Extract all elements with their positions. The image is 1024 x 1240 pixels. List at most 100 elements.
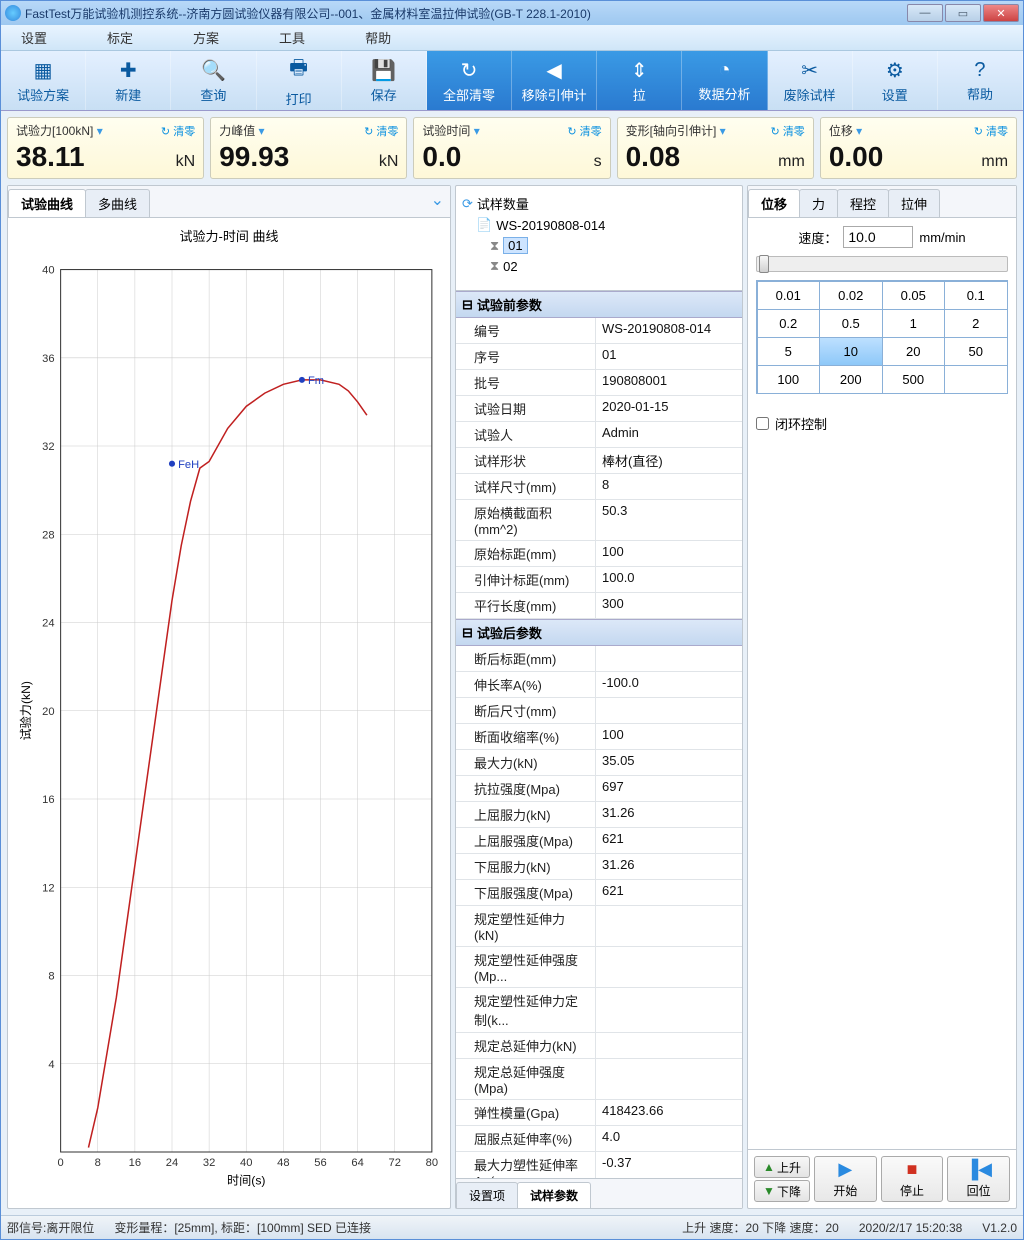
- readout-clear-4[interactable]: 清零: [974, 123, 1008, 139]
- param-row[interactable]: 原始横截面积(mm^2)50.3: [456, 500, 742, 541]
- param-row[interactable]: 试样尺寸(mm)8: [456, 474, 742, 500]
- up-button[interactable]: ▲上升: [754, 1156, 810, 1178]
- speed-preset-100[interactable]: 100: [757, 365, 821, 394]
- param-row[interactable]: 最大力(kN)35.05: [456, 750, 742, 776]
- right-tab-2[interactable]: 程控: [837, 189, 889, 217]
- speed-preset-0.02[interactable]: 0.02: [819, 281, 883, 310]
- speed-preset-50[interactable]: 50: [944, 337, 1008, 366]
- svg-text:56: 56: [314, 1157, 326, 1169]
- maximize-button[interactable]: ▭: [945, 4, 981, 22]
- toolbar-9[interactable]: ✂废除试样: [768, 51, 853, 110]
- param-row[interactable]: 规定总延伸力(kN): [456, 1033, 742, 1059]
- param-row[interactable]: 上屈服强度(Mpa)621: [456, 828, 742, 854]
- speed-preset-0.5[interactable]: 0.5: [819, 309, 883, 338]
- speed-preset-5[interactable]: 5: [757, 337, 821, 366]
- minimize-button[interactable]: —: [907, 4, 943, 22]
- down-button[interactable]: ▼下降: [754, 1180, 810, 1202]
- tab-sample-params[interactable]: 试样参数: [517, 1182, 591, 1208]
- readout-clear-1[interactable]: 清零: [364, 123, 398, 139]
- return-button[interactable]: ▐◀回位: [947, 1156, 1010, 1202]
- speed-preset-2[interactable]: 2: [944, 309, 1008, 338]
- menu-tools[interactable]: 工具: [279, 28, 305, 47]
- param-row[interactable]: 规定总延伸强度(Mpa): [456, 1059, 742, 1100]
- svg-text:FeH: FeH: [178, 459, 199, 471]
- param-row[interactable]: 试样形状棒材(直径): [456, 448, 742, 474]
- param-row[interactable]: 屈服点延伸率(%)4.0: [456, 1126, 742, 1152]
- param-row[interactable]: 编号WS-20190808-014: [456, 318, 742, 344]
- toolbar-11[interactable]: ?帮助: [938, 51, 1023, 110]
- param-row[interactable]: 引伸计标距(mm)100.0: [456, 567, 742, 593]
- close-button[interactable]: ✕: [983, 4, 1019, 22]
- toolbar-1[interactable]: ✚新建: [86, 51, 171, 110]
- tab-settings-items[interactable]: 设置项: [456, 1182, 518, 1208]
- menu-scheme[interactable]: 方案: [193, 28, 219, 47]
- speed-preset-0.05[interactable]: 0.05: [882, 281, 946, 310]
- toolbar-0[interactable]: ▦试验方案: [1, 51, 86, 110]
- param-row[interactable]: 序号01: [456, 344, 742, 370]
- params-panel: ⊟ 试验前参数编号WS-20190808-014序号01批号190808001试…: [456, 290, 742, 1178]
- menu-help[interactable]: 帮助: [365, 28, 391, 47]
- speed-preset-20[interactable]: 20: [882, 337, 946, 366]
- param-row[interactable]: 原始标距(mm)100: [456, 541, 742, 567]
- tree-root[interactable]: 📄 WS-20190808-014: [476, 215, 736, 235]
- speed-input[interactable]: [843, 226, 913, 248]
- start-button[interactable]: ▶开始: [814, 1156, 877, 1202]
- toolbar-4[interactable]: 💾保存: [342, 51, 427, 110]
- param-row[interactable]: 规定塑性延伸力(kN): [456, 906, 742, 947]
- speed-preset-200[interactable]: 200: [819, 365, 883, 394]
- toolbar: ▦试验方案✚新建🔍查询🖶打印💾保存↻全部清零◀移除引伸计⇕拉◔数据分析✂废除试样…: [1, 51, 1023, 111]
- param-row[interactable]: 断后标距(mm): [456, 646, 742, 672]
- speed-preset-0.01[interactable]: 0.01: [757, 281, 821, 310]
- readout-clear-0[interactable]: 清零: [161, 123, 195, 139]
- param-row[interactable]: 规定塑性延伸力定制(k...: [456, 988, 742, 1033]
- toolbar-3[interactable]: 🖶打印: [257, 51, 342, 110]
- tree-item-0[interactable]: ⧗ 01: [490, 235, 736, 256]
- param-row[interactable]: 抗拉强度(Mpa)697: [456, 776, 742, 802]
- tab-test-curve[interactable]: 试验曲线: [8, 189, 86, 217]
- tree-item-1[interactable]: ⧗ 02: [490, 256, 736, 276]
- speed-preset-500[interactable]: 500: [882, 365, 946, 394]
- right-tab-0[interactable]: 位移: [748, 189, 800, 217]
- speed-preset-0.2[interactable]: 0.2: [757, 309, 821, 338]
- param-row[interactable]: 最大力塑性延伸率Ag(...-0.37: [456, 1152, 742, 1178]
- param-row[interactable]: 上屈服力(kN)31.26: [456, 802, 742, 828]
- toolbar-8[interactable]: ◔数据分析: [682, 51, 767, 110]
- params-bottom-tabs: 设置项 试样参数: [456, 1178, 742, 1208]
- stop-button[interactable]: ■停止: [881, 1156, 944, 1202]
- toolbar-7[interactable]: ⇕拉: [597, 51, 682, 110]
- param-row[interactable]: 弹性模量(Gpa)418423.66: [456, 1100, 742, 1126]
- toolbar-10[interactable]: ⚙设置: [853, 51, 938, 110]
- svg-text:40: 40: [42, 265, 54, 277]
- right-tab-1[interactable]: 力: [799, 189, 838, 217]
- menu-calibrate[interactable]: 标定: [107, 28, 133, 47]
- svg-text:48: 48: [277, 1157, 289, 1169]
- speed-preset-1[interactable]: 1: [882, 309, 946, 338]
- speed-slider[interactable]: [756, 256, 1008, 272]
- toolbar-2[interactable]: 🔍查询: [171, 51, 256, 110]
- svg-text:32: 32: [42, 441, 54, 453]
- closed-loop-checkbox[interactable]: [756, 417, 769, 430]
- param-row[interactable]: 伸长率A(%)-100.0: [456, 672, 742, 698]
- tab-multi-curve[interactable]: 多曲线: [85, 189, 150, 217]
- param-row[interactable]: 试验日期2020-01-15: [456, 396, 742, 422]
- chart-title: 试验力-时间 曲线: [16, 226, 442, 245]
- speed-preset-0.1[interactable]: 0.1: [944, 281, 1008, 310]
- svg-text:8: 8: [48, 971, 54, 983]
- menu-settings[interactable]: 设置: [21, 28, 47, 47]
- right-tab-3[interactable]: 拉伸: [888, 189, 940, 217]
- param-row[interactable]: 规定塑性延伸强度(Mp...: [456, 947, 742, 988]
- readout-clear-2[interactable]: 清零: [567, 123, 601, 139]
- param-row[interactable]: 下屈服强度(Mpa)621: [456, 880, 742, 906]
- param-row[interactable]: 平行长度(mm)300: [456, 593, 742, 619]
- svg-text:20: 20: [42, 706, 54, 718]
- toolbar-6[interactable]: ◀移除引伸计: [512, 51, 597, 110]
- param-row[interactable]: 下屈服力(kN)31.26: [456, 854, 742, 880]
- speed-preset-10[interactable]: 10: [819, 337, 883, 366]
- param-row[interactable]: 试验人Admin: [456, 422, 742, 448]
- toolbar-5[interactable]: ↻全部清零: [427, 51, 512, 110]
- param-row[interactable]: 断面收缩率(%)100: [456, 724, 742, 750]
- param-row[interactable]: 断后尺寸(mm): [456, 698, 742, 724]
- param-row[interactable]: 批号190808001: [456, 370, 742, 396]
- chart-collapse-icon[interactable]: ⌄: [425, 186, 450, 217]
- readout-clear-3[interactable]: 清零: [771, 123, 805, 139]
